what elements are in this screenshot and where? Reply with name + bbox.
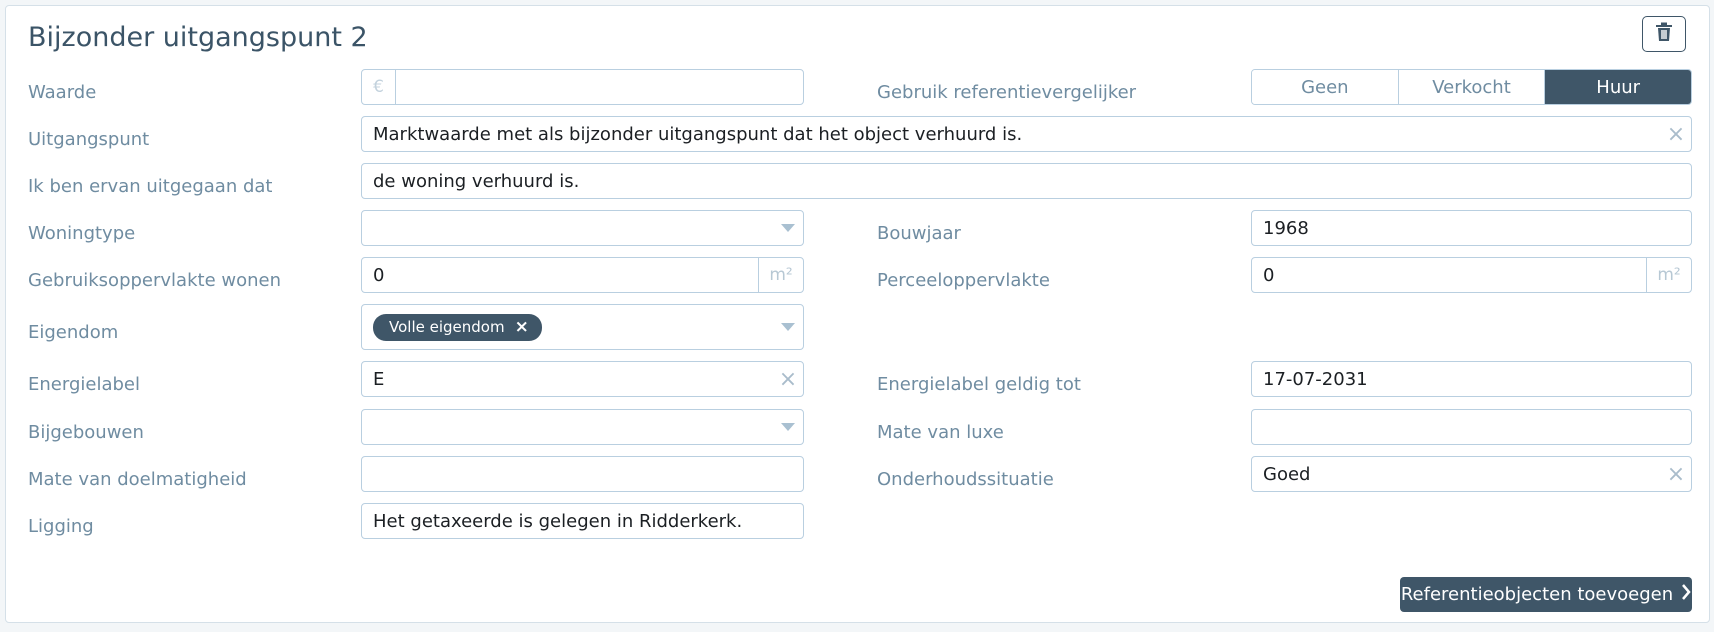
- toggle-option-verkocht[interactable]: Verkocht: [1398, 70, 1546, 104]
- section-title: Bijzonder uitgangspunt 2: [28, 22, 368, 53]
- bouwjaar-label: Bouwjaar: [877, 223, 961, 244]
- uitgangspunt-value: Marktwaarde met als bijzonder uitgangspu…: [373, 123, 1023, 145]
- chevron-right-icon: [1681, 584, 1691, 605]
- toggle-option-huur[interactable]: Huur: [1545, 70, 1691, 104]
- eigendom-tag-label: Volle eigendom: [389, 317, 505, 336]
- perceel-value: 0: [1263, 264, 1275, 286]
- energielabel-value: E: [373, 368, 385, 390]
- trash-icon: [1655, 22, 1673, 46]
- bouwjaar-value: 1968: [1263, 217, 1309, 239]
- uitgegaan-value: de woning verhuurd is.: [373, 170, 580, 192]
- ligging-label: Ligging: [28, 516, 94, 537]
- caret-down-icon: [773, 224, 803, 232]
- referentie-label: Gebruik referentievergelijker: [877, 82, 1137, 103]
- woningtype-label: Woningtype: [28, 223, 136, 244]
- ligging-input[interactable]: Het getaxeerde is gelegen in Ridderkerk.: [361, 503, 804, 539]
- eigendom-tag: Volle eigendom ×: [373, 313, 542, 341]
- woningtype-select[interactable]: [361, 210, 804, 246]
- energielabel-tot-label: Energielabel geldig tot: [877, 374, 1081, 395]
- waarde-field[interactable]: €: [361, 69, 804, 105]
- energielabel-tot-input[interactable]: 17-07-2031: [1251, 361, 1692, 397]
- perceel-input[interactable]: 0 m²: [1251, 257, 1692, 293]
- doelmatigheid-input[interactable]: [361, 456, 804, 492]
- onderhoud-label: Onderhoudssituatie: [877, 469, 1054, 490]
- clear-icon[interactable]: ×: [1661, 122, 1691, 147]
- waarde-label: Waarde: [28, 82, 97, 103]
- luxe-input[interactable]: [1251, 409, 1692, 445]
- add-reference-objects-label: Referentieobjecten toevoegen: [1400, 584, 1674, 605]
- reference-comparator-toggle: Geen Verkocht Huur: [1251, 69, 1692, 105]
- euro-icon: €: [362, 70, 396, 104]
- onderhoud-value: Goed: [1263, 463, 1311, 485]
- eigendom-multiselect[interactable]: Volle eigendom ×: [361, 304, 804, 350]
- gebruiksoppervlakte-input[interactable]: 0 m²: [361, 257, 804, 293]
- uitgegaan-label: Ik ben ervan uitgegaan dat: [28, 176, 273, 197]
- bijgebouwen-select[interactable]: [361, 409, 804, 445]
- energielabel-select[interactable]: E ×: [361, 361, 804, 397]
- bouwjaar-input[interactable]: 1968: [1251, 210, 1692, 246]
- caret-down-icon: [773, 323, 803, 331]
- remove-tag-icon[interactable]: ×: [515, 317, 529, 337]
- onderhoud-select[interactable]: Goed ×: [1251, 456, 1692, 492]
- energielabel-label: Energielabel: [28, 374, 140, 395]
- clear-icon[interactable]: ×: [773, 367, 803, 392]
- delete-button[interactable]: [1642, 16, 1686, 52]
- doelmatigheid-label: Mate van doelmatigheid: [28, 469, 247, 490]
- perceel-label: Perceeloppervlakte: [877, 270, 1050, 291]
- bijgebouwen-label: Bijgebouwen: [28, 422, 144, 443]
- ligging-value: Het getaxeerde is gelegen in Ridderkerk.: [373, 510, 743, 532]
- eigendom-label: Eigendom: [28, 322, 119, 343]
- toggle-option-geen[interactable]: Geen: [1252, 70, 1399, 104]
- uitgangspunt-label: Uitgangspunt: [28, 129, 150, 150]
- uitgangspunt-select[interactable]: Marktwaarde met als bijzonder uitgangspu…: [361, 116, 1692, 152]
- gebruiksoppervlakte-label: Gebruiksoppervlakte wonen: [28, 270, 281, 291]
- unit-m2-addon: m²: [758, 258, 803, 292]
- energielabel-tot-value: 17-07-2031: [1263, 368, 1368, 390]
- special-assumption-card: Bijzonder uitgangspunt 2 Waarde € Gebrui…: [5, 5, 1710, 623]
- gebruiksoppervlakte-value: 0: [373, 264, 385, 286]
- unit-m2-addon: m²: [1646, 258, 1691, 292]
- clear-icon[interactable]: ×: [1661, 462, 1691, 487]
- caret-down-icon: [773, 423, 803, 431]
- uitgegaan-input[interactable]: de woning verhuurd is.: [361, 163, 1692, 199]
- luxe-label: Mate van luxe: [877, 422, 1004, 443]
- add-reference-objects-button[interactable]: Referentieobjecten toevoegen: [1400, 577, 1692, 612]
